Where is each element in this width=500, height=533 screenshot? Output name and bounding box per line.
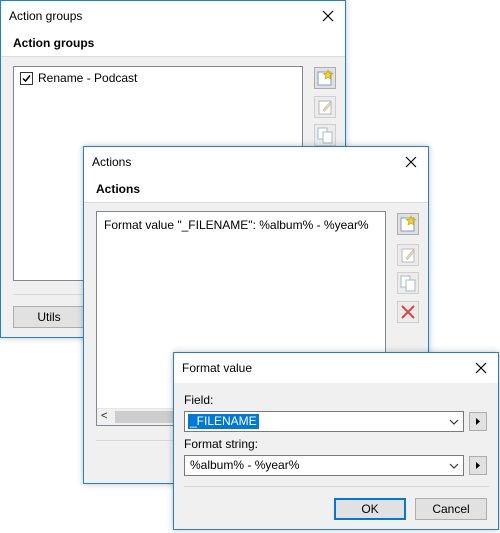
delete-action-button[interactable]	[397, 301, 419, 323]
checkbox[interactable]	[20, 72, 33, 85]
format-value-titlebar[interactable]: Format value	[174, 353, 498, 383]
star-new-icon	[400, 215, 417, 232]
actions-header: Actions	[84, 177, 428, 203]
format-string-combobox[interactable]: %album% - %year%	[184, 455, 464, 476]
chevron-down-icon[interactable]	[447, 458, 461, 473]
copy-icon	[400, 275, 416, 292]
close-icon[interactable]	[317, 5, 339, 27]
checkmark-icon	[22, 75, 31, 83]
cancel-button[interactable]: Cancel	[415, 498, 487, 520]
actions-titlebar[interactable]: Actions	[84, 147, 428, 177]
action-groups-titlebar[interactable]: Action groups	[1, 1, 345, 31]
list-item[interactable]: Rename - Podcast	[20, 71, 220, 87]
field-combobox[interactable]: _FILENAME	[184, 411, 464, 432]
header-title: Actions	[96, 182, 141, 196]
scroll-left-icon[interactable]: <	[101, 410, 107, 422]
edit-group-button[interactable]	[314, 96, 336, 118]
utils-button[interactable]: Utils	[13, 306, 85, 328]
format-string-menu-button[interactable]	[469, 456, 487, 475]
field-label: Field:	[184, 393, 214, 407]
new-action-button[interactable]	[397, 213, 419, 235]
edit-action-button[interactable]	[397, 244, 419, 266]
list-item[interactable]: Format value "_FILENAME": %album% - %yea…	[104, 218, 369, 232]
copy-action-button[interactable]	[397, 272, 419, 294]
window-title: Action groups	[9, 9, 83, 23]
play-arrow-icon	[476, 418, 480, 425]
window-title: Format value	[182, 361, 253, 375]
field-menu-button[interactable]	[469, 412, 487, 431]
header-title: Action groups	[13, 36, 95, 50]
close-icon[interactable]	[400, 151, 422, 173]
ok-label: OK	[361, 502, 379, 516]
field-value: _FILENAME	[187, 413, 260, 430]
copy-group-button[interactable]	[314, 124, 336, 146]
action-groups-header: Action groups	[1, 31, 345, 57]
window-title: Actions	[92, 155, 132, 169]
new-group-button[interactable]	[314, 67, 336, 89]
ok-button[interactable]: OK	[334, 498, 406, 520]
format-string-value: %album% - %year%	[190, 458, 300, 472]
format-value-dialog: Format value Field: _FILENAME Format str…	[173, 352, 499, 530]
play-arrow-icon	[476, 462, 480, 469]
delete-icon	[401, 305, 415, 319]
list-item-label: Rename - Podcast	[38, 71, 138, 85]
edit-icon	[401, 248, 415, 263]
close-icon[interactable]	[470, 357, 492, 379]
chevron-down-icon[interactable]	[447, 414, 461, 429]
edit-icon	[318, 100, 332, 115]
dialog-separator	[184, 486, 489, 487]
star-new-icon	[317, 69, 334, 86]
utils-label: Utils	[37, 310, 61, 324]
cancel-label: Cancel	[432, 502, 470, 516]
copy-icon	[317, 127, 333, 144]
format-string-label: Format string:	[184, 437, 259, 451]
